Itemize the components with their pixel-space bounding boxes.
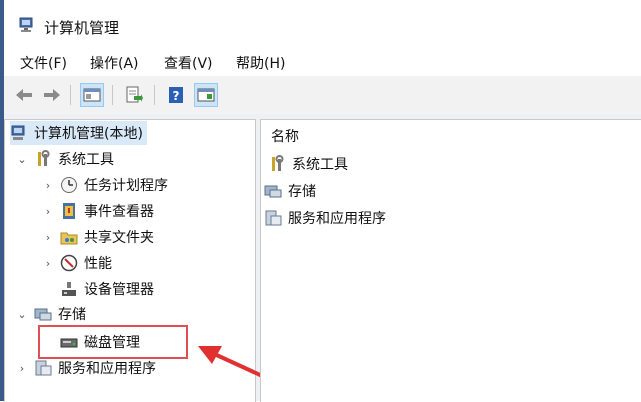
tree-item-system-tools[interactable]: ⌄ 系统工具 [14, 147, 114, 171]
menu-help[interactable]: 帮助(H) [236, 53, 285, 73]
tree-label: 共享文件夹 [84, 230, 154, 246]
svg-text:?: ? [173, 89, 180, 103]
window-title: 计算机管理 [44, 19, 120, 37]
toolbar: ? [4, 76, 641, 115]
tree-label: 计算机管理(本地) [34, 126, 143, 142]
toolbar-separator [154, 85, 155, 105]
tree-label: 任务计划程序 [84, 178, 168, 194]
forward-arrow-icon [44, 89, 60, 101]
tree-label: 存储 [58, 307, 86, 323]
performance-icon [60, 254, 78, 272]
back-arrow-icon [16, 89, 32, 101]
menu-file[interactable]: 文件(F) [20, 53, 67, 73]
export-list-icon [126, 86, 143, 103]
storage-icon [34, 305, 52, 323]
tree-label: 服务和应用程序 [58, 361, 156, 377]
tree-label: 设备管理器 [84, 282, 154, 298]
chevron-right-icon[interactable]: › [14, 360, 30, 376]
help-icon: ? [169, 87, 183, 103]
help-button[interactable]: ? [164, 83, 188, 107]
tree-label: 性能 [84, 256, 112, 272]
toolbar-separator [70, 85, 71, 105]
tree-item-task-scheduler[interactable]: › 任务计划程序 [40, 173, 168, 197]
toolbar-separator [112, 85, 113, 105]
clock-icon [60, 176, 78, 194]
tree-item-performance[interactable]: › 性能 [40, 251, 112, 275]
device-manager-icon [60, 280, 78, 298]
tree-item-device-manager[interactable]: 设备管理器 [60, 277, 154, 301]
storage-icon [264, 182, 282, 200]
chevron-right-icon[interactable]: › [40, 229, 56, 245]
chevron-down-icon[interactable]: ⌄ [14, 151, 30, 167]
content-item-storage[interactable]: 存储 [264, 179, 316, 203]
tree-label: 系统工具 [58, 152, 114, 168]
content-item-system-tools[interactable]: 系统工具 [268, 152, 348, 176]
tree-item-services-apps[interactable]: › 服务和应用程序 [14, 356, 156, 380]
event-viewer-icon [60, 202, 78, 220]
tree-item-event-viewer[interactable]: › 事件查看器 [40, 199, 154, 223]
show-hide-console-tree-button[interactable] [80, 83, 104, 107]
chevron-right-icon[interactable]: › [40, 203, 56, 219]
console-tree-icon [83, 88, 101, 102]
menu-view[interactable]: 查看(V) [164, 53, 213, 73]
action-pane-icon [197, 88, 215, 102]
action-pane-button[interactable] [194, 83, 218, 107]
export-list-button[interactable] [122, 83, 146, 107]
services-icon [264, 209, 282, 227]
tree-label: 事件查看器 [84, 204, 154, 220]
computer-management-icon [10, 124, 28, 142]
shared-folder-icon [60, 228, 78, 246]
chevron-right-icon[interactable]: › [40, 255, 56, 271]
title-bar: 计算机管理 [4, 0, 641, 48]
chevron-down-icon[interactable]: ⌄ [14, 306, 30, 322]
tools-icon [268, 155, 286, 173]
tools-icon [34, 150, 52, 168]
tree-item-root[interactable]: 计算机管理(本地) [10, 121, 147, 145]
tree-item-shared-folders[interactable]: › 共享文件夹 [40, 225, 154, 249]
back-button[interactable] [12, 83, 36, 107]
menu-action[interactable]: 操作(A) [90, 53, 139, 73]
content-item-label: 服务和应用程序 [288, 211, 386, 227]
tree-item-storage[interactable]: ⌄ 存储 [14, 302, 86, 326]
menu-bar: 文件(F) 操作(A) 查看(V) 帮助(H) [4, 48, 641, 76]
highlight-box [38, 325, 188, 359]
content-item-label: 系统工具 [292, 157, 348, 173]
chevron-right-icon[interactable]: › [40, 177, 56, 193]
services-icon [34, 359, 52, 377]
forward-button[interactable] [40, 83, 64, 107]
content-item-label: 存储 [288, 184, 316, 200]
content-item-services-apps[interactable]: 服务和应用程序 [264, 206, 386, 230]
column-header-name[interactable]: 名称 [271, 126, 299, 146]
computer-management-icon [18, 16, 36, 34]
